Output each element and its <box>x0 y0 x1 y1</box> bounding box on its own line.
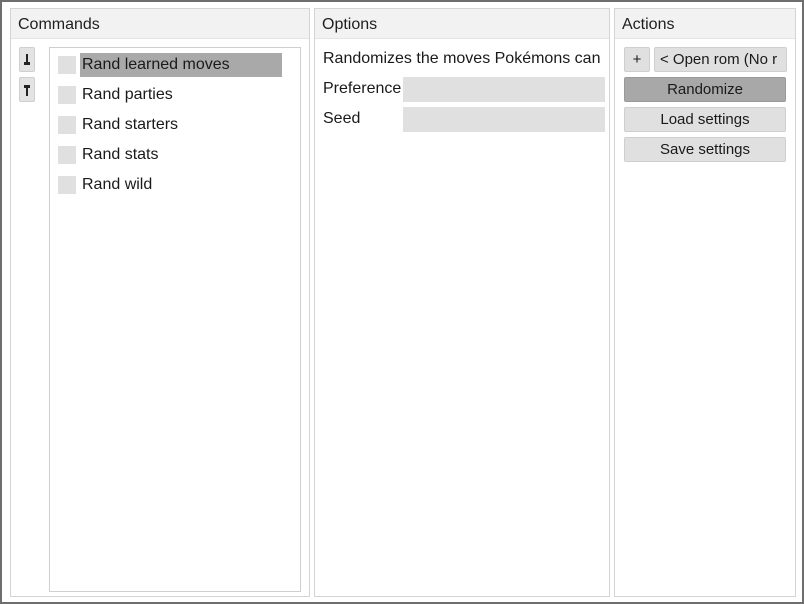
load-settings-button[interactable]: Load settings <box>624 107 786 132</box>
move-down-button[interactable] <box>19 77 35 102</box>
arrow-up-icon <box>23 53 31 67</box>
command-checkbox[interactable] <box>58 56 76 74</box>
actions-panel: Actions + < Open rom (No r Randomize Loa… <box>614 8 796 597</box>
options-panel-title: Options <box>315 9 609 39</box>
command-label: Rand starters <box>82 116 179 133</box>
command-item-rand-wild[interactable]: Rand wild <box>57 173 283 197</box>
command-label: Rand learned moves <box>80 53 282 77</box>
open-rom-button[interactable]: < Open rom (No r <box>654 47 787 72</box>
preference-field[interactable] <box>403 77 605 102</box>
command-item-rand-learned-moves[interactable]: Rand learned moves <box>57 53 283 77</box>
seed-label: Seed <box>323 110 361 127</box>
command-label: Rand wild <box>82 176 153 193</box>
command-checkbox[interactable] <box>58 86 76 104</box>
command-item-rand-parties[interactable]: Rand parties <box>57 83 283 107</box>
add-button[interactable]: + <box>624 47 650 72</box>
app-window: Commands Rand learned moves Rand parties… <box>0 0 804 604</box>
command-label: Rand parties <box>82 86 173 103</box>
command-checkbox[interactable] <box>58 176 76 194</box>
randomize-button[interactable]: Randomize <box>624 77 786 102</box>
move-up-button[interactable] <box>19 47 35 72</box>
commands-panel: Commands Rand learned moves Rand parties… <box>10 8 310 597</box>
command-checkbox[interactable] <box>58 146 76 164</box>
command-item-rand-stats[interactable]: Rand stats <box>57 143 283 167</box>
arrow-down-icon <box>23 83 31 97</box>
command-item-rand-starters[interactable]: Rand starters <box>57 113 283 137</box>
seed-field[interactable] <box>403 107 605 132</box>
command-checkbox[interactable] <box>58 116 76 134</box>
option-description: Randomizes the moves Pokémons can <box>323 50 601 67</box>
preference-label: Preference <box>323 80 402 97</box>
commands-panel-title: Commands <box>11 9 309 39</box>
actions-panel-title: Actions <box>615 9 795 39</box>
command-list: Rand learned moves Rand parties Rand sta… <box>49 47 301 592</box>
command-label: Rand stats <box>82 146 159 163</box>
save-settings-button[interactable]: Save settings <box>624 137 786 162</box>
options-panel: Options Randomizes the moves Pokémons ca… <box>314 8 610 597</box>
